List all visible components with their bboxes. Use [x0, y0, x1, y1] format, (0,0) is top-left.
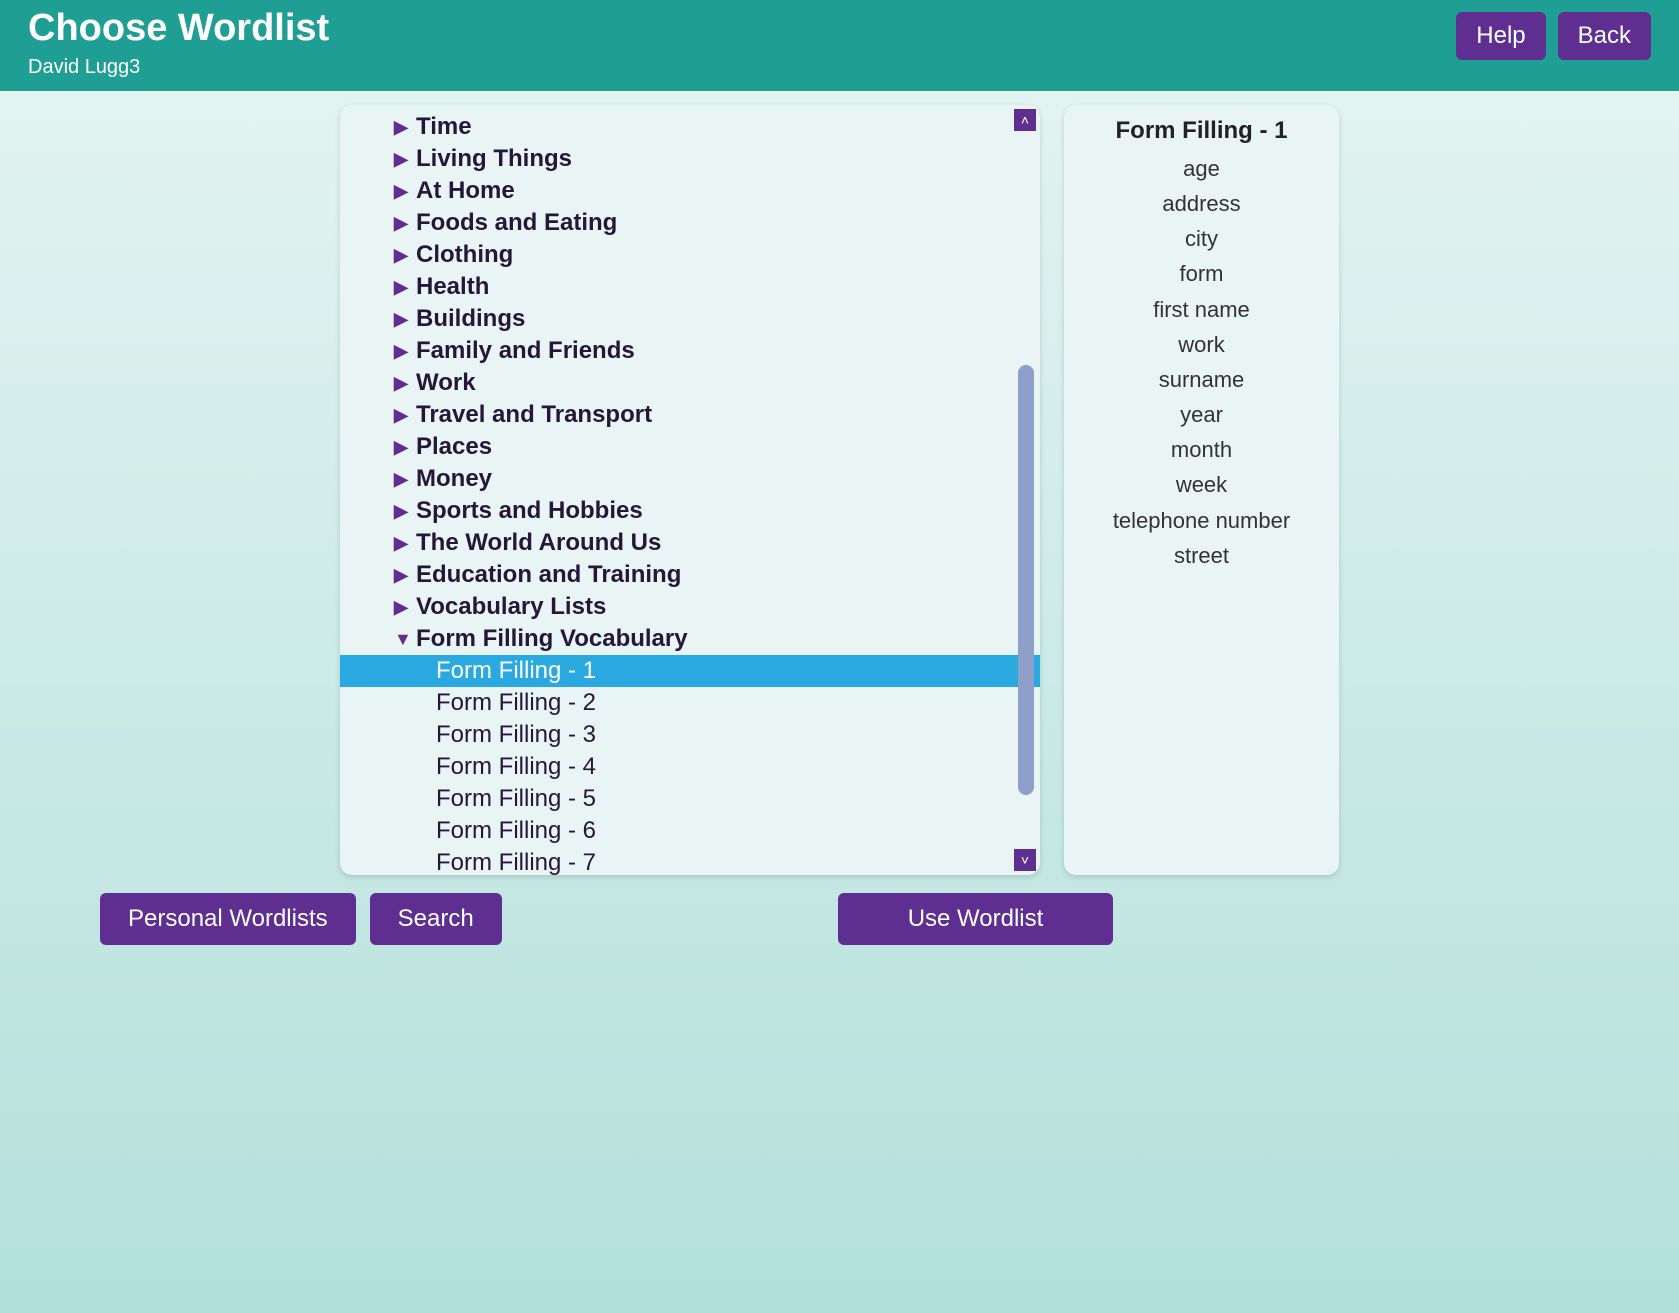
tree-category[interactable]: ▶ Buildings: [340, 303, 1040, 335]
tree-category[interactable]: ▶ At Home: [340, 175, 1040, 207]
tree-category-label: At Home: [416, 176, 515, 206]
back-button[interactable]: Back: [1558, 12, 1651, 60]
preview-word: telephone number: [1074, 503, 1329, 538]
wordlist-tree[interactable]: ▶ Time ▶ Living Things ▶ At Home ▶ Foods and Ea…: [340, 105, 1040, 875]
page-title: Choose Wordlist: [28, 8, 329, 50]
caret-right-icon: ▶: [394, 436, 410, 459]
help-button[interactable]: Help: [1456, 12, 1545, 60]
tree-category-label: Buildings: [416, 304, 525, 334]
preview-word: surname: [1074, 362, 1329, 397]
tree-leaf[interactable]: Form Filling - 7: [340, 847, 1040, 875]
caret-right-icon: ▶: [394, 148, 410, 171]
preview-word: work: [1074, 327, 1329, 362]
preview-word: address: [1074, 186, 1329, 221]
preview-words: ageaddresscityformfirst nameworksurnamey…: [1074, 151, 1329, 573]
scroll-up-button[interactable]: ˄: [1014, 109, 1036, 131]
scroll-down-button[interactable]: ˅: [1014, 849, 1036, 871]
tree-category-label: Clothing: [416, 240, 513, 270]
chevron-down-icon: ˅: [1021, 852, 1029, 868]
personal-wordlists-button[interactable]: Personal Wordlists: [100, 893, 356, 945]
preview-word: month: [1074, 432, 1329, 467]
tree-category-label: Money: [416, 464, 492, 494]
caret-right-icon: ▶: [394, 532, 410, 555]
scrollbar-thumb[interactable]: [1018, 365, 1034, 795]
header: Choose Wordlist David Lugg3 Help Back: [0, 0, 1679, 91]
caret-down-icon: ▼: [394, 628, 410, 651]
caret-right-icon: ▶: [394, 404, 410, 427]
tree-category[interactable]: ▶ Sports and Hobbies: [340, 495, 1040, 527]
tree-category[interactable]: ▶ Money: [340, 463, 1040, 495]
tree-category-label: Health: [416, 272, 489, 302]
tree-category[interactable]: ▶ Family and Friends: [340, 335, 1040, 367]
tree-leaf[interactable]: Form Filling - 2: [340, 687, 1040, 719]
tree-leaf[interactable]: Form Filling - 4: [340, 751, 1040, 783]
tree-leaf[interactable]: Form Filling - 5: [340, 783, 1040, 815]
tree-category[interactable]: ▶ Health: [340, 271, 1040, 303]
tree-category-label: Form Filling Vocabulary: [416, 624, 688, 654]
use-wordlist-button[interactable]: Use Wordlist: [838, 893, 1113, 945]
caret-right-icon: ▶: [394, 212, 410, 235]
bottom-right-buttons: Use Wordlist: [838, 893, 1113, 945]
tree-category[interactable]: ▶ Clothing: [340, 239, 1040, 271]
tree-category-label: The World Around Us: [416, 528, 661, 558]
tree-leaf[interactable]: Form Filling - 6: [340, 815, 1040, 847]
tree-category[interactable]: ▶ Places: [340, 431, 1040, 463]
tree-leaf[interactable]: Form Filling - 1: [340, 655, 1040, 687]
tree-category-label: Travel and Transport: [416, 400, 652, 430]
preview-title: Form Filling - 1: [1074, 117, 1329, 145]
chevron-up-icon: ˄: [1021, 112, 1029, 128]
tree-category-label: Vocabulary Lists: [416, 592, 606, 622]
search-button[interactable]: Search: [370, 893, 502, 945]
main-content: ▶ Time ▶ Living Things ▶ At Home ▶ Foods and Ea…: [0, 91, 1679, 885]
tree-category-label: Family and Friends: [416, 336, 635, 366]
preview-word: first name: [1074, 292, 1329, 327]
tree-category[interactable]: ▶ Foods and Eating: [340, 207, 1040, 239]
caret-right-icon: ▶: [394, 500, 410, 523]
username-label: David Lugg3: [28, 56, 329, 79]
tree-category[interactable]: ▶ Living Things: [340, 143, 1040, 175]
tree-category[interactable]: ▶ The World Around Us: [340, 527, 1040, 559]
tree-category-label: Places: [416, 432, 492, 462]
preview-word: year: [1074, 397, 1329, 432]
tree-category[interactable]: ▶ Time: [340, 111, 1040, 143]
tree-category[interactable]: ▶ Vocabulary Lists: [340, 591, 1040, 623]
tree-category-label: Education and Training: [416, 560, 681, 590]
wordlist-tree-panel: ▶ Time ▶ Living Things ▶ At Home ▶ Foods and Ea…: [340, 105, 1040, 875]
tree-category-label: Time: [416, 112, 472, 142]
preview-word: form: [1074, 256, 1329, 291]
preview-word: week: [1074, 467, 1329, 502]
header-left: Choose Wordlist David Lugg3: [28, 8, 329, 79]
tree-category[interactable]: ▶ Work: [340, 367, 1040, 399]
caret-right-icon: ▶: [394, 468, 410, 491]
tree-category-label: Work: [416, 368, 476, 398]
tree-category[interactable]: ▼ Form Filling Vocabulary: [340, 623, 1040, 655]
wordlist-preview-panel: Form Filling - 1 ageaddresscityformfirst…: [1064, 105, 1339, 875]
caret-right-icon: ▶: [394, 308, 410, 331]
caret-right-icon: ▶: [394, 564, 410, 587]
caret-right-icon: ▶: [394, 340, 410, 363]
preview-word: age: [1074, 151, 1329, 186]
caret-right-icon: ▶: [394, 372, 410, 395]
preview-word: street: [1074, 538, 1329, 573]
header-buttons: Help Back: [1456, 12, 1651, 60]
caret-right-icon: ▶: [394, 180, 410, 203]
tree-category-label: Foods and Eating: [416, 208, 617, 238]
caret-right-icon: ▶: [394, 596, 410, 619]
tree-category-label: Sports and Hobbies: [416, 496, 643, 526]
caret-right-icon: ▶: [394, 244, 410, 267]
caret-right-icon: ▶: [394, 276, 410, 299]
tree-category-label: Living Things: [416, 144, 572, 174]
tree-category[interactable]: ▶ Travel and Transport: [340, 399, 1040, 431]
bottom-button-row: Personal Wordlists Search Use Wordlist: [0, 885, 1679, 945]
tree-leaf[interactable]: Form Filling - 3: [340, 719, 1040, 751]
bottom-left-buttons: Personal Wordlists Search: [100, 893, 800, 945]
caret-right-icon: ▶: [394, 116, 410, 139]
tree-category[interactable]: ▶ Education and Training: [340, 559, 1040, 591]
preview-word: city: [1074, 221, 1329, 256]
